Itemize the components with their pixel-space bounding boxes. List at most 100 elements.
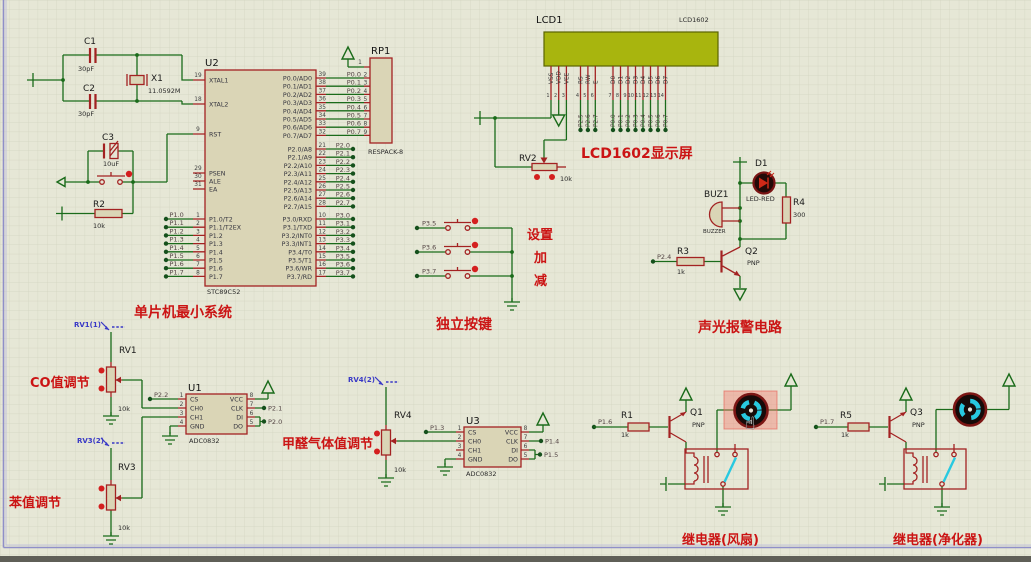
pin-number: 29	[194, 166, 202, 172]
pin-name: P3.4/T0	[288, 249, 312, 256]
rv1-value: 10k	[118, 405, 130, 413]
pin-name: D7	[664, 76, 670, 84]
pin-name: D3	[634, 76, 640, 84]
pin-name: RS	[579, 76, 585, 84]
pin-number: 31	[194, 182, 202, 188]
terminal-dot	[350, 171, 356, 176]
pin-number: 35	[319, 105, 327, 111]
pin-number: 5	[250, 420, 254, 426]
pin-number: 6	[250, 411, 254, 417]
pin-number: 18	[194, 97, 202, 103]
pin-name: RST	[209, 132, 221, 139]
net-label: P1.1	[170, 219, 184, 227]
pin-name: P0.0/AD0	[283, 76, 312, 83]
net-label: P0.1	[347, 79, 361, 87]
pin-name: P1.7	[209, 274, 223, 281]
pin-number: 15	[319, 254, 327, 260]
pin-name: ALE	[209, 179, 221, 186]
net-label: P3.0	[336, 212, 350, 220]
net-label: P0.0	[347, 71, 361, 79]
r3-body	[676, 256, 705, 267]
terminal-dot	[633, 127, 638, 133]
pot-adjust-dot[interactable]	[374, 448, 380, 455]
pin-name: CS	[468, 430, 476, 437]
q3-ref: Q3	[910, 408, 923, 418]
terminal-dot	[163, 241, 169, 246]
pin-number: 3	[458, 444, 462, 450]
caption-benzene: 苯值调节	[8, 495, 61, 511]
pin-number: 8	[524, 426, 528, 432]
terminal-dot	[585, 127, 591, 133]
pin-number: 11	[319, 221, 327, 227]
pin-name: VCC	[505, 430, 519, 437]
net-label: P0.4	[641, 114, 647, 127]
pin-number: 7	[196, 262, 200, 268]
pot-adjust-dot[interactable]	[98, 503, 105, 510]
pin-number: 2	[458, 435, 462, 441]
pin-name: P3.3/INT1	[282, 241, 312, 248]
schematic-canvas[interactable]: C1 30pF C2 30pF X1 11.0592M C3 10uF R2 1…	[0, 0, 1031, 562]
terminal-dots	[578, 127, 598, 133]
pot-adjust-dot[interactable]	[534, 174, 540, 180]
pin-name: P3.1/TXD	[283, 225, 312, 232]
net-label: P0.0	[611, 114, 617, 127]
rv3-value: 10k	[118, 524, 130, 532]
pot-adjust-dot[interactable]	[98, 367, 105, 374]
net-label: P1.5	[544, 451, 558, 459]
pin-number: 9	[196, 127, 200, 133]
net-label: P2.3	[336, 166, 350, 174]
net-label: P0.5	[347, 112, 361, 120]
terminal-dot	[163, 257, 169, 263]
q1-type: PNP	[692, 421, 705, 429]
button-actuator-dot[interactable]	[125, 170, 133, 178]
caption-keys: 独立按键	[436, 316, 493, 333]
r4-body	[781, 196, 792, 224]
pot-adjust-dot[interactable]	[374, 430, 380, 437]
pin-name: P0.6/AD6	[283, 125, 312, 132]
pot-adjust-dot[interactable]	[98, 385, 105, 392]
pin-name: P0.5/AD5	[283, 117, 312, 124]
pin-name: P2.5/A13	[284, 188, 312, 195]
net-label: P1.6	[170, 260, 184, 268]
hand-cursor-icon: ☝	[745, 414, 755, 434]
pin-name: PSEN	[209, 171, 226, 178]
purifier-motor[interactable]	[952, 392, 988, 427]
r1-value: 1k	[621, 431, 629, 439]
rv1-ref: RV1	[119, 346, 137, 356]
pin-name: XTAL1	[209, 78, 228, 85]
terminal-dot	[640, 127, 646, 133]
net-label: P0.3	[347, 95, 361, 103]
pin-number: 2	[364, 73, 368, 79]
mcu-u2[interactable]: U2 STC89C52 XTAL1 XTAL2 RST 19 18 9 PSEN…	[193, 58, 326, 296]
pin-number: 17	[319, 270, 327, 276]
terminal-dot	[350, 187, 356, 193]
net-label: P0.2	[347, 87, 361, 95]
q3-type: PNP	[912, 421, 925, 429]
terminal-dot	[650, 259, 656, 264]
pin-number: 12	[319, 229, 327, 235]
net-label: P1.7	[820, 418, 834, 426]
pin-number: 30	[194, 174, 202, 180]
pin-name: CH1	[468, 448, 481, 455]
pot-adjust-dot[interactable]	[549, 174, 555, 180]
probe-label: RV4(2)	[348, 376, 375, 384]
net-label: P0.1	[619, 114, 625, 127]
pin-name: P2.6/A14	[284, 196, 312, 203]
pin-name: CS	[190, 397, 198, 404]
pin-name: P3.5/T1	[288, 258, 312, 265]
terminal-dot	[350, 204, 356, 209]
net-label: P3.3	[336, 236, 350, 244]
terminal-dot	[350, 216, 356, 222]
pin-name: CH0	[468, 439, 481, 446]
net-label: P0.2	[626, 114, 632, 127]
pot-adjust-dot[interactable]	[98, 485, 105, 492]
pin-number: 7	[250, 402, 254, 408]
pin-number: 13	[650, 93, 656, 99]
net-label: P2.7	[336, 199, 350, 207]
rv3-ref: RV3	[118, 463, 136, 473]
terminal-dot	[593, 127, 598, 133]
pin-number: 25	[319, 176, 327, 182]
rv2-ref: RV2	[519, 154, 537, 164]
r1-body	[627, 422, 650, 432]
pin-number: 3	[364, 81, 368, 87]
